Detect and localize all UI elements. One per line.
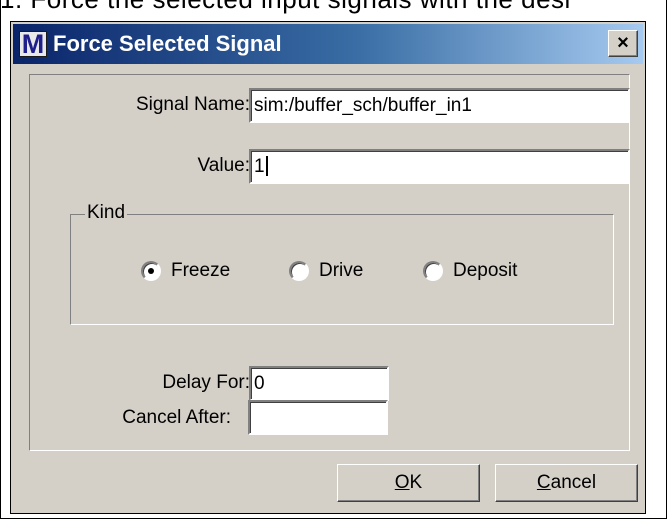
close-icon[interactable]: × — [608, 30, 638, 57]
signal-name-label: Signal Name: — [135, 94, 250, 115]
radio-drive[interactable]: Drive — [289, 260, 389, 284]
radio-freeze[interactable]: Freeze — [141, 260, 251, 284]
radio-deposit[interactable]: Deposit — [423, 260, 543, 284]
cancel-after-label: Cancel After: — [122, 407, 231, 428]
title-bar[interactable]: M Force Selected Signal × — [13, 24, 643, 64]
dialog-title: Force Selected Signal — [53, 31, 282, 56]
text-caret — [265, 156, 268, 176]
radio-freeze-label: Freeze — [171, 260, 231, 281]
force-signal-dialog: M Force Selected Signal × Signal Name: s… — [10, 21, 646, 514]
radio-drive-label: Drive — [319, 260, 364, 281]
kind-groupbox: Kind Freeze Drive Deposit — [70, 202, 614, 325]
radio-deposit-label: Deposit — [453, 260, 518, 281]
value-field[interactable]: 1 — [249, 149, 630, 184]
cancel-mnemonic: C — [536, 472, 551, 493]
ok-button[interactable]: OK — [337, 464, 480, 502]
ok-label-rest: K — [409, 472, 423, 493]
ok-mnemonic: O — [394, 472, 410, 493]
delay-for-label: Delay For: — [162, 372, 250, 393]
settings-panel: Signal Name: sim:/buffer_sch/buffer_in1 … — [29, 74, 630, 451]
value-label: Value: — [197, 155, 250, 176]
radio-freeze-circle[interactable] — [141, 261, 161, 281]
app-icon-letter: M — [21, 29, 45, 59]
cancel-button[interactable]: Cancel — [495, 464, 638, 502]
radio-drive-circle[interactable] — [289, 261, 309, 281]
modelsim-app-icon: M — [19, 29, 47, 59]
radio-deposit-circle[interactable] — [423, 261, 443, 281]
radio-selected-dot — [148, 268, 154, 274]
value-text: 1 — [254, 156, 268, 178]
delay-for-value: 0 — [254, 373, 265, 394]
delay-for-field[interactable]: 0 — [249, 366, 389, 401]
cancel-label-rest: ancel — [550, 472, 597, 493]
kind-legend: Kind — [85, 202, 128, 224]
signal-name-field[interactable]: sim:/buffer_sch/buffer_in1 — [249, 88, 630, 123]
cancel-after-field[interactable] — [248, 400, 388, 435]
signal-name-value: sim:/buffer_sch/buffer_in1 — [254, 95, 472, 116]
background-caption: 1. Force the selected input signals with… — [0, 0, 571, 15]
